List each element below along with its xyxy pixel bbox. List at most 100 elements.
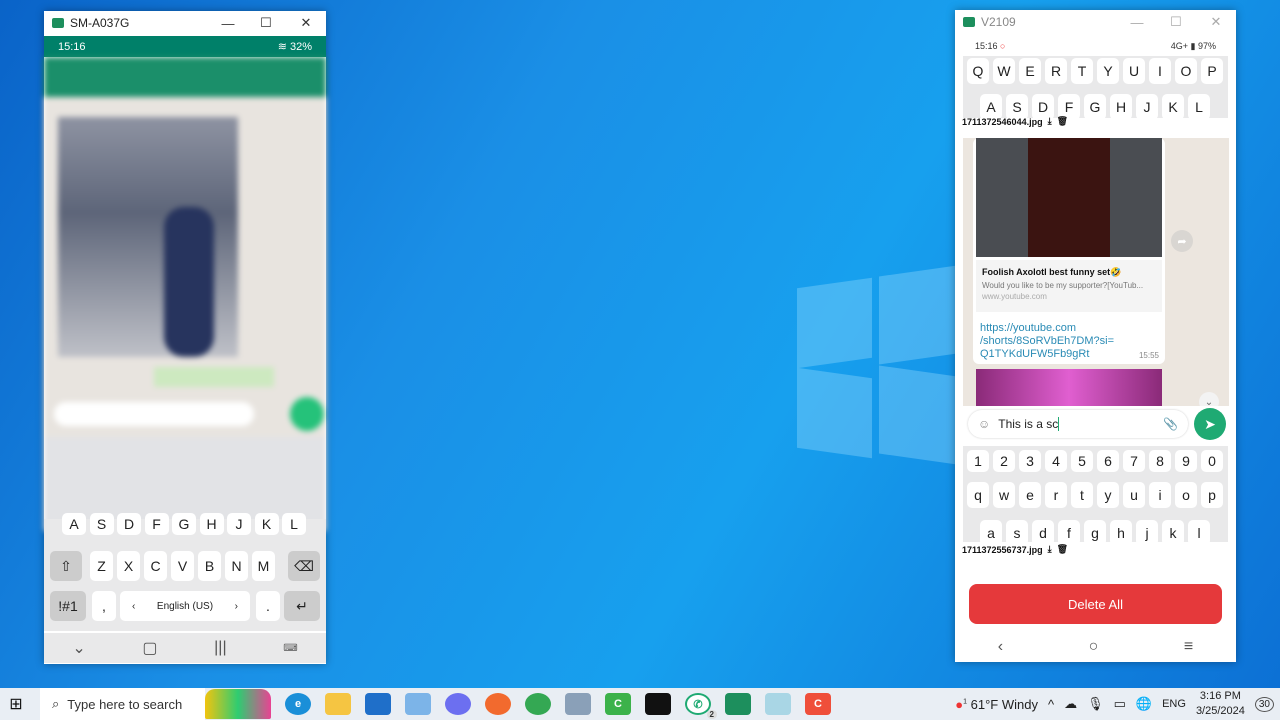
key-X[interactable]: X bbox=[117, 551, 140, 581]
shift-key[interactable]: ⇧ bbox=[50, 551, 82, 581]
key-a[interactable]: a bbox=[980, 520, 1002, 546]
key-q[interactable]: q bbox=[967, 482, 989, 508]
key-N[interactable]: N bbox=[225, 551, 248, 581]
key-J[interactable]: J bbox=[1136, 94, 1158, 120]
trash-icon[interactable]: 🗑 bbox=[1057, 116, 1068, 127]
globe-icon[interactable]: 🌐 bbox=[1136, 696, 1152, 712]
scroll-down-button[interactable]: ⌄ bbox=[1199, 392, 1219, 406]
notes-icon[interactable] bbox=[765, 693, 791, 715]
key-e[interactable]: e bbox=[1019, 482, 1041, 508]
weather-widget[interactable]: ●1 61°F Windy bbox=[955, 697, 1038, 712]
file-explorer-icon[interactable] bbox=[325, 693, 351, 715]
backspace-key[interactable]: ⌫ bbox=[288, 551, 320, 581]
key-2[interactable]: 2 bbox=[993, 450, 1015, 472]
key-7[interactable]: 7 bbox=[1123, 450, 1145, 472]
onedrive-icon[interactable]: ☁ bbox=[1064, 696, 1077, 712]
menu-icon[interactable]: ≡ bbox=[1184, 638, 1193, 656]
notification-center-button[interactable]: 30 bbox=[1254, 696, 1274, 712]
key-K[interactable]: K bbox=[254, 513, 279, 535]
key-f[interactable]: f bbox=[1058, 520, 1080, 546]
key-j[interactable]: j bbox=[1136, 520, 1158, 546]
key-L[interactable]: L bbox=[282, 513, 306, 535]
key-5[interactable]: 5 bbox=[1071, 450, 1093, 472]
key-O[interactable]: O bbox=[1175, 58, 1197, 84]
key-6[interactable]: 6 bbox=[1097, 450, 1119, 472]
network-tool-icon[interactable] bbox=[565, 693, 591, 715]
key-R[interactable]: R bbox=[1045, 58, 1067, 84]
key-A[interactable]: A bbox=[62, 513, 86, 535]
copilot-icon[interactable] bbox=[445, 693, 471, 715]
close-button[interactable]: ✕ bbox=[1196, 10, 1236, 34]
close-button[interactable]: ✕ bbox=[286, 11, 326, 35]
key-Y[interactable]: Y bbox=[1097, 58, 1119, 84]
key-H[interactable]: H bbox=[1110, 94, 1132, 120]
key-S[interactable]: S bbox=[89, 513, 114, 535]
key-P[interactable]: P bbox=[1201, 58, 1223, 84]
key-B[interactable]: B bbox=[198, 551, 221, 581]
hide-keyboard-icon[interactable]: ⌄ bbox=[72, 638, 85, 658]
key-l[interactable]: l bbox=[1188, 520, 1210, 546]
key-E[interactable]: E bbox=[1019, 58, 1041, 84]
forward-button[interactable]: ➦ bbox=[1171, 230, 1193, 252]
period-key[interactable]: . bbox=[256, 591, 280, 621]
minimize-button[interactable]: — bbox=[1117, 10, 1157, 34]
key-k[interactable]: k bbox=[1162, 520, 1184, 546]
clock[interactable]: 3:16 PM 3/25/2024 bbox=[1196, 689, 1245, 719]
language-indicator[interactable]: ENG bbox=[1162, 698, 1186, 710]
space-key[interactable]: ‹ English (US) › bbox=[120, 591, 250, 621]
battery-icon[interactable]: ▭ bbox=[1114, 696, 1126, 712]
pc-icon[interactable] bbox=[405, 693, 431, 715]
attach-icon[interactable]: 📎 bbox=[1163, 417, 1178, 431]
key-4[interactable]: 4 bbox=[1045, 450, 1067, 472]
key-C[interactable]: C bbox=[144, 551, 167, 581]
key-J[interactable]: J bbox=[227, 513, 251, 535]
chrome-icon[interactable] bbox=[525, 693, 551, 715]
key-V[interactable]: V bbox=[171, 551, 194, 581]
key-y[interactable]: y bbox=[1097, 482, 1119, 508]
delete-all-button[interactable]: Delete All bbox=[969, 584, 1222, 624]
key-w[interactable]: w bbox=[993, 482, 1015, 508]
microphone-icon[interactable]: 🎙 bbox=[1087, 696, 1104, 712]
trash-icon[interactable]: 🗑 bbox=[1057, 544, 1068, 555]
emoji-icon[interactable]: ☺ bbox=[978, 417, 990, 431]
download-icon[interactable]: ⤓ bbox=[1048, 544, 1052, 555]
recents-icon[interactable]: ||| bbox=[214, 639, 226, 657]
chevron-up-icon[interactable]: ^ bbox=[1048, 697, 1054, 712]
key-W[interactable]: W bbox=[993, 58, 1015, 84]
phone-mirror-icon[interactable] bbox=[725, 693, 751, 715]
key-s[interactable]: s bbox=[1006, 520, 1028, 546]
start-button[interactable]: ⊞ bbox=[2, 694, 30, 714]
symbols-key[interactable]: !#1 bbox=[50, 591, 86, 621]
key-G[interactable]: G bbox=[1084, 94, 1106, 120]
key-g[interactable]: g bbox=[1084, 520, 1106, 546]
maximize-button[interactable]: ☐ bbox=[246, 11, 286, 35]
edge-icon[interactable]: e bbox=[285, 693, 311, 715]
key-1[interactable]: 1 bbox=[967, 450, 989, 472]
key-9[interactable]: 9 bbox=[1175, 450, 1197, 472]
holi-widget-icon[interactable] bbox=[205, 689, 271, 719]
key-Q[interactable]: Q bbox=[967, 58, 989, 84]
message-input[interactable]: ☺ This is a sc 📎 bbox=[968, 410, 1188, 438]
back-icon[interactable]: ‹ bbox=[998, 638, 1003, 656]
send-button[interactable]: ➤ bbox=[1194, 408, 1226, 440]
key-H[interactable]: H bbox=[199, 513, 224, 535]
key-G[interactable]: G bbox=[172, 513, 196, 535]
link-text[interactable]: https://youtube.com/shorts/8SoRVbEh7DM?s… bbox=[980, 322, 1114, 361]
comma-key[interactable]: , bbox=[92, 591, 116, 621]
firefox-icon[interactable] bbox=[485, 693, 511, 715]
key-T[interactable]: T bbox=[1071, 58, 1093, 84]
key-L[interactable]: L bbox=[1188, 94, 1210, 120]
maximize-button[interactable]: ☐ bbox=[1156, 10, 1196, 34]
search-box[interactable]: ⌕ Type here to search bbox=[40, 688, 205, 720]
key-h[interactable]: h bbox=[1110, 520, 1132, 546]
key-M[interactable]: M bbox=[252, 551, 275, 581]
enter-key[interactable]: ↵ bbox=[284, 591, 320, 621]
mail-icon[interactable] bbox=[365, 693, 391, 715]
key-i[interactable]: i bbox=[1149, 482, 1171, 508]
key-K[interactable]: K bbox=[1162, 94, 1184, 120]
key-U[interactable]: U bbox=[1123, 58, 1145, 84]
key-0[interactable]: 0 bbox=[1201, 450, 1223, 472]
key-r[interactable]: r bbox=[1045, 482, 1067, 508]
key-d[interactable]: d bbox=[1032, 520, 1054, 546]
key-3[interactable]: 3 bbox=[1019, 450, 1041, 472]
